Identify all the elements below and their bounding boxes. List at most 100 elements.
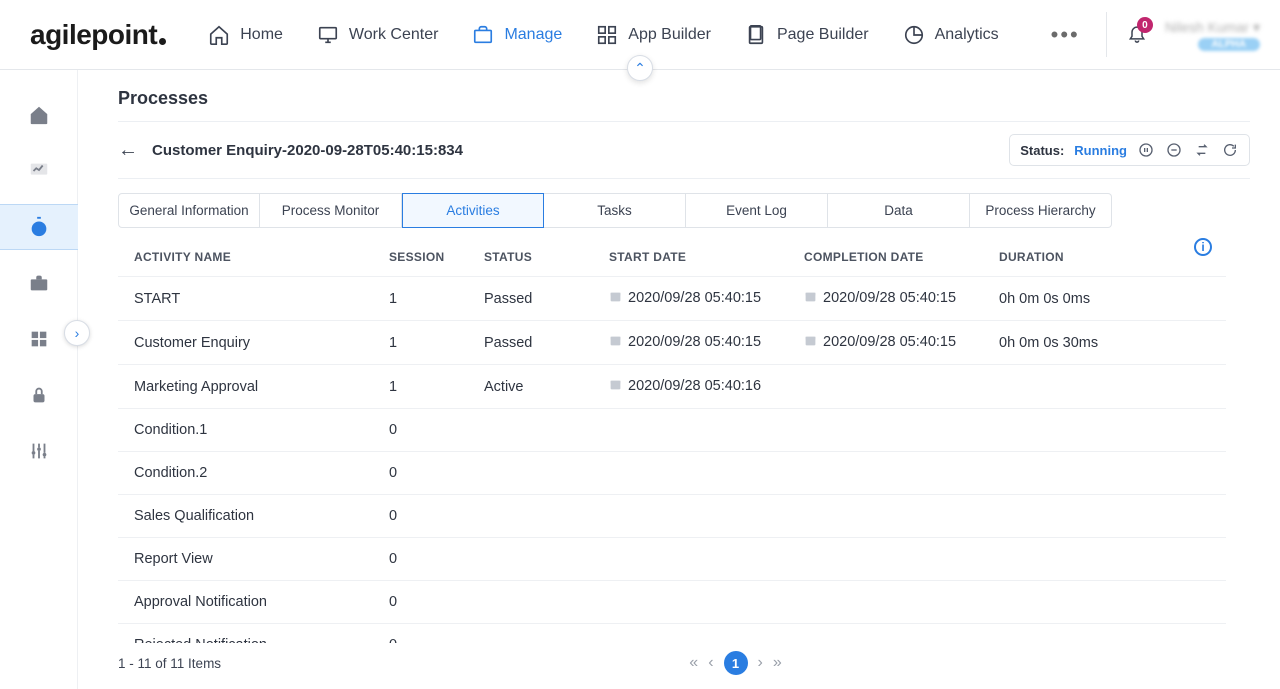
calendar-icon	[609, 378, 622, 395]
sidebar-item-settings[interactable]	[16, 428, 62, 474]
nav-manage-label: Manage	[504, 26, 562, 44]
chevron-down-icon: ▾	[1253, 19, 1260, 36]
cell-duration	[983, 624, 1226, 644]
chevron-up-icon: ⌃	[634, 60, 646, 77]
pie-icon	[903, 24, 925, 46]
process-name: Customer Enquiry-2020-09-28T05:40:15:834	[152, 142, 463, 159]
briefcase-icon	[472, 24, 494, 46]
nav-page-builder[interactable]: Page Builder	[743, 18, 871, 52]
table-row[interactable]: Customer Enquiry1Passed2020/09/28 05:40:…	[118, 321, 1226, 365]
swap-button[interactable]	[1193, 141, 1211, 159]
sidebar-item-dashboard[interactable]	[16, 92, 62, 138]
cell-session: 1	[373, 365, 468, 409]
tab-tasks[interactable]: Tasks	[544, 193, 686, 228]
cell-status	[468, 538, 593, 581]
process-subheader: ← Customer Enquiry-2020-09-28T05:40:15:8…	[118, 122, 1250, 179]
cell-start-date	[593, 452, 788, 495]
col-completion-date[interactable]: COMPLETION DATE	[788, 238, 983, 277]
table-row[interactable]: Condition.10	[118, 409, 1226, 452]
calendar-icon	[804, 290, 817, 307]
page-last-button[interactable]: »	[773, 654, 782, 672]
user-menu[interactable]: Nilesh Kumar ▾ ALPHA	[1165, 19, 1260, 51]
cell-start-date	[593, 538, 788, 581]
cell-activity-name: START	[118, 277, 373, 321]
apps-grid-icon	[28, 328, 50, 350]
col-start-date[interactable]: START DATE	[593, 238, 788, 277]
cell-completion-date	[788, 581, 983, 624]
cell-session: 0	[373, 538, 468, 581]
cell-start-date: 2020/09/28 05:40:15	[593, 277, 788, 321]
col-session[interactable]: SESSION	[373, 238, 468, 277]
stop-button[interactable]	[1165, 141, 1183, 159]
table-row[interactable]: START1Passed2020/09/28 05:40:152020/09/2…	[118, 277, 1226, 321]
cell-activity-name: Report View	[118, 538, 373, 581]
cell-completion-date: 2020/09/28 05:40:15	[788, 321, 983, 365]
swap-icon	[1194, 142, 1210, 158]
cell-activity-name: Condition.1	[118, 409, 373, 452]
table-row[interactable]: Condition.20	[118, 452, 1226, 495]
sidebar-item-apps[interactable]	[16, 316, 62, 362]
tab-data[interactable]: Data	[828, 193, 970, 228]
table-row[interactable]: Marketing Approval1Active2020/09/28 05:4…	[118, 365, 1226, 409]
nav-app-builder-label: App Builder	[628, 26, 711, 44]
stopwatch-icon	[28, 216, 50, 238]
cell-start-date	[593, 581, 788, 624]
sidebar: ›	[0, 70, 78, 689]
page-next-button[interactable]: ›	[758, 654, 763, 672]
notification-badge: 0	[1137, 17, 1153, 33]
tab-general-information[interactable]: General Information	[118, 193, 260, 228]
brand-logo: agilepoint	[30, 19, 166, 51]
calendar-icon	[609, 290, 622, 307]
nav-manage[interactable]: Manage	[470, 18, 564, 52]
expand-sidebar-button[interactable]: ›	[64, 320, 90, 346]
home-icon	[208, 24, 230, 46]
collapse-topnav-button[interactable]: ⌃	[627, 55, 653, 81]
sidebar-item-processes[interactable]	[0, 204, 78, 250]
col-duration[interactable]: DURATION	[983, 238, 1226, 277]
cell-status: Passed	[468, 277, 593, 321]
page-first-button[interactable]: «	[689, 654, 698, 672]
monitor-chart-icon	[28, 160, 50, 182]
nav-more[interactable]: •••	[1051, 22, 1080, 48]
cell-status	[468, 409, 593, 452]
cell-start-date	[593, 495, 788, 538]
sidebar-item-jobs[interactable]	[16, 260, 62, 306]
back-button[interactable]: ←	[118, 139, 138, 162]
nav-home-label: Home	[240, 26, 283, 44]
table-row[interactable]: Sales Qualification0	[118, 495, 1226, 538]
tab-activities[interactable]: Activities	[402, 193, 544, 228]
tab-process-hierarchy[interactable]: Process Hierarchy	[970, 193, 1112, 228]
table-row[interactable]: Approval Notification0	[118, 581, 1226, 624]
pause-button[interactable]	[1137, 141, 1155, 159]
license-pill: ALPHA	[1198, 38, 1260, 51]
page-title: Processes	[118, 88, 1250, 122]
cell-duration	[983, 409, 1226, 452]
cell-completion-date	[788, 409, 983, 452]
activities-table-wrap[interactable]: ACTIVITY NAME SESSION STATUS START DATE …	[118, 238, 1250, 643]
tab-process-monitor[interactable]: Process Monitor	[260, 193, 402, 228]
table-row[interactable]: Rejected Notification0	[118, 624, 1226, 644]
nav-analytics[interactable]: Analytics	[901, 18, 1001, 52]
nav-app-builder[interactable]: App Builder	[594, 18, 713, 52]
col-status[interactable]: STATUS	[468, 238, 593, 277]
refresh-button[interactable]	[1221, 141, 1239, 159]
nav-home[interactable]: Home	[206, 18, 285, 52]
page-number-current[interactable]: 1	[724, 651, 748, 675]
top-nav-list: Home Work Center Manage App Builder Page…	[206, 18, 1080, 52]
tab-event-log[interactable]: Event Log	[686, 193, 828, 228]
cell-completion-date	[788, 624, 983, 644]
refresh-icon	[1222, 142, 1238, 158]
nav-work-center[interactable]: Work Center	[315, 18, 441, 52]
col-activity-name[interactable]: ACTIVITY NAME	[118, 238, 373, 277]
cell-session: 0	[373, 495, 468, 538]
cell-activity-name: Marketing Approval	[118, 365, 373, 409]
cell-start-date: 2020/09/28 05:40:15	[593, 321, 788, 365]
table-row[interactable]: Report View0	[118, 538, 1226, 581]
notifications-button[interactable]: 0	[1127, 23, 1147, 46]
cell-completion-date	[788, 538, 983, 581]
cell-duration: 0h 0m 0s 0ms	[983, 277, 1226, 321]
cell-activity-name: Approval Notification	[118, 581, 373, 624]
page-prev-button[interactable]: ‹	[708, 654, 713, 672]
sidebar-item-security[interactable]	[16, 372, 62, 418]
sidebar-item-monitor[interactable]	[16, 148, 62, 194]
